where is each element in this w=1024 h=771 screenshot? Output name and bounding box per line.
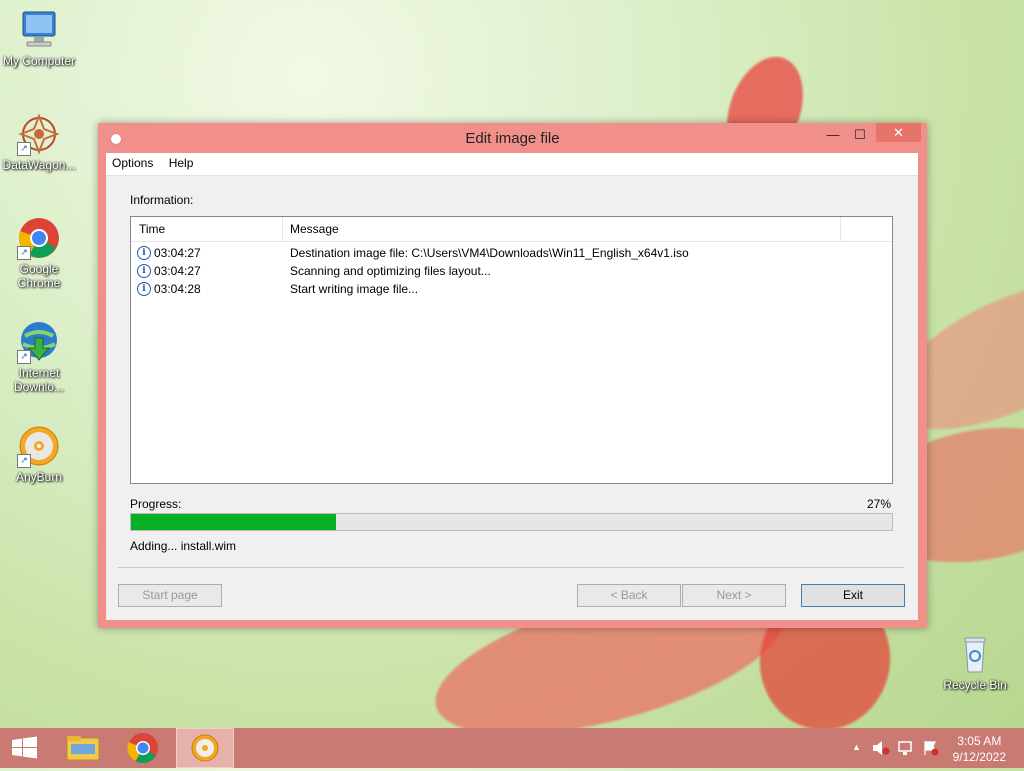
system-clock[interactable]: 3:05 AM 9/12/2022 xyxy=(953,733,1006,765)
progress-bar-fill xyxy=(131,514,337,530)
info-icon: i xyxy=(137,264,151,278)
column-header-message[interactable]: Message xyxy=(290,222,339,236)
close-button[interactable]: ✕ xyxy=(876,123,921,142)
divider xyxy=(118,567,904,568)
windows-logo-icon xyxy=(12,736,37,759)
menu-bar: Options Help xyxy=(106,153,918,176)
disc-icon: ↗ xyxy=(17,424,61,468)
show-hidden-icons-button[interactable]: ▲ xyxy=(852,742,861,752)
next-button[interactable]: Next > xyxy=(682,584,786,607)
start-button[interactable] xyxy=(0,728,58,768)
window-client-area: Options Help Information: Time Message i… xyxy=(106,153,918,620)
disc-icon xyxy=(191,734,219,762)
desktop-icon-google-chrome[interactable]: ↗ Google Chrome xyxy=(1,216,77,290)
log-message: Start writing image file... xyxy=(290,282,419,296)
folder-icon xyxy=(66,736,100,761)
action-center-flag-icon[interactable] xyxy=(922,740,940,756)
log-message: Destination image file: C:\Users\VM4\Dow… xyxy=(290,246,689,260)
exit-button[interactable]: Exit xyxy=(801,584,905,607)
clock-time: 3:05 AM xyxy=(957,734,1002,748)
log-message: Scanning and optimizing files layout... xyxy=(290,264,491,278)
log-list[interactable]: Time Message i 03:04:27 Destination imag… xyxy=(130,216,893,484)
progress-bar xyxy=(130,513,893,531)
desktop-icon-my-computer[interactable]: My Computer xyxy=(1,8,77,68)
desktop-icon-datawagon[interactable]: ↗ DataWagon... xyxy=(1,112,77,172)
information-label: Information: xyxy=(130,193,194,207)
desktop-icon-anyburn[interactable]: ↗ AnyBurn xyxy=(1,424,77,484)
menu-help[interactable]: Help xyxy=(163,153,200,170)
clock-date: 9/12/2022 xyxy=(952,750,1006,764)
taskbar-anyburn[interactable] xyxy=(176,728,234,768)
status-text: Adding... install.wim xyxy=(130,539,237,553)
menu-options[interactable]: Options xyxy=(106,153,159,170)
log-time: 03:04:28 xyxy=(154,282,201,296)
shortcut-arrow-icon: ↗ xyxy=(17,246,31,260)
column-divider[interactable] xyxy=(840,217,841,241)
taskbar-file-explorer[interactable] xyxy=(55,728,113,768)
log-time: 03:04:27 xyxy=(154,246,201,260)
info-icon: i xyxy=(137,282,151,296)
progress-label: Progress: xyxy=(130,497,182,511)
shortcut-arrow-icon: ↗ xyxy=(17,142,31,156)
volume-muted-icon[interactable] xyxy=(872,740,890,756)
recycle-bin-icon xyxy=(953,632,997,676)
minimize-button[interactable]: — xyxy=(825,127,841,145)
desktop-icon-label: Google Chrome xyxy=(17,262,61,290)
globe-download-icon: ↗ xyxy=(17,320,61,364)
shortcut-arrow-icon: ↗ xyxy=(17,454,31,468)
desktop-icon-label: Recycle Bin xyxy=(943,678,1007,692)
edit-image-file-window: Edit image file — ☐ ✕ Options Help Infor… xyxy=(98,123,927,628)
chrome-icon xyxy=(127,733,158,764)
taskbar-google-chrome[interactable] xyxy=(114,728,172,768)
desktop-icon-label: AnyBurn xyxy=(15,470,63,484)
desktop-icon-recycle-bin[interactable]: Recycle Bin xyxy=(937,632,1013,692)
computer-icon xyxy=(17,8,61,52)
back-button[interactable]: < Back xyxy=(577,584,681,607)
desktop-icon-label: DataWagon... xyxy=(2,158,76,172)
window-title: Edit image file xyxy=(465,130,560,147)
log-list-header: Time Message xyxy=(131,217,892,242)
chrome-icon: ↗ xyxy=(17,216,61,260)
desktop-icon-label: Internet Downlo... xyxy=(13,366,65,394)
start-page-button[interactable]: Start page xyxy=(118,584,222,607)
log-row[interactable]: i 03:04:28 Start writing image file... xyxy=(131,280,892,298)
title-bar[interactable]: Edit image file — ☐ ✕ xyxy=(98,123,927,153)
maximize-button[interactable]: ☐ xyxy=(852,127,868,145)
column-divider[interactable] xyxy=(282,217,283,241)
log-row[interactable]: i 03:04:27 Destination image file: C:\Us… xyxy=(131,244,892,262)
desktop-icon-internet-download-manager[interactable]: ↗ Internet Downlo... xyxy=(1,320,77,394)
taskbar: ▲ 3:05 AM 9/12/2022 xyxy=(0,728,1024,768)
datawagon-icon: ↗ xyxy=(17,112,61,156)
info-icon: i xyxy=(137,246,151,260)
log-row[interactable]: i 03:04:27 Scanning and optimizing files… xyxy=(131,262,892,280)
progress-percent: 27% xyxy=(866,497,891,511)
log-time: 03:04:27 xyxy=(154,264,201,278)
desktop-icon-label: My Computer xyxy=(2,54,76,68)
network-icon[interactable] xyxy=(897,740,915,756)
column-header-time[interactable]: Time xyxy=(139,222,165,236)
shortcut-arrow-icon: ↗ xyxy=(17,350,31,364)
